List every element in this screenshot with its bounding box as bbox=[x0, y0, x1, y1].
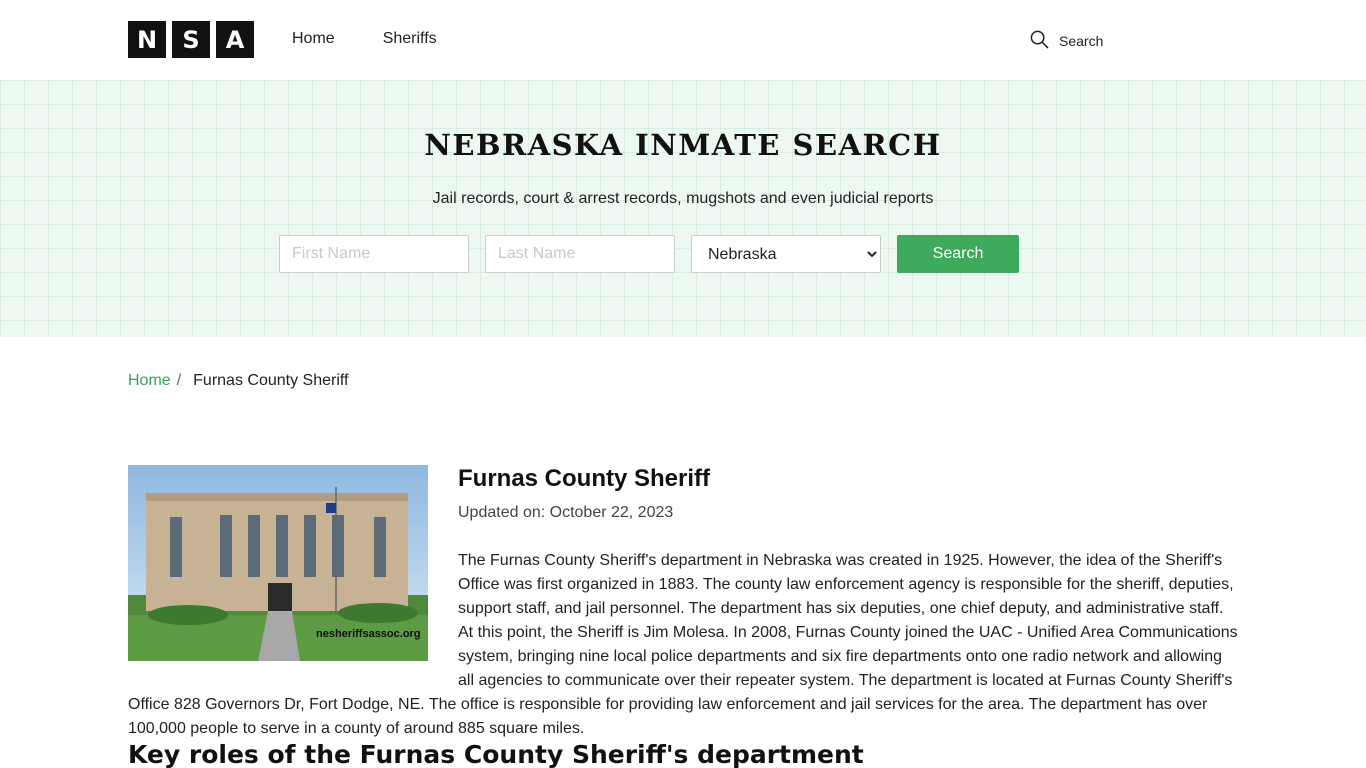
logo-letter: N bbox=[128, 21, 166, 58]
breadcrumb-home-link[interactable]: Home bbox=[128, 372, 171, 390]
main-nav: Home Sheriffs bbox=[292, 30, 437, 48]
article-text-line: 100,000 people to serve in a county of a… bbox=[128, 720, 585, 737]
site-header: N S A Home Sheriffs Search bbox=[0, 0, 1366, 80]
nav-sheriffs-link[interactable]: Sheriffs bbox=[383, 30, 437, 48]
last-name-input[interactable] bbox=[485, 235, 675, 273]
article-text-line: Office was first organized in 1883. The … bbox=[458, 576, 1234, 593]
nav-home-link[interactable]: Home bbox=[292, 30, 335, 48]
logo-letter: A bbox=[216, 21, 254, 58]
header-search-label: Search bbox=[1059, 33, 1104, 49]
article-text-line: system, bringing nine local police depar… bbox=[458, 648, 1222, 665]
hero-subtitle: Jail records, court & arrest records, mu… bbox=[432, 190, 934, 207]
search-icon bbox=[1030, 30, 1049, 52]
site-logo[interactable]: N S A bbox=[128, 21, 254, 58]
breadcrumb: Home / Furnas County Sheriff bbox=[128, 372, 348, 390]
logo-letter: S bbox=[172, 21, 210, 58]
breadcrumb-separator: / bbox=[176, 372, 182, 389]
sheriff-office-photo: nesheriffsassoc.org bbox=[128, 465, 428, 661]
section-heading: Key roles of the Furnas County Sheriff's… bbox=[128, 740, 864, 768]
article-text-line: all agencies to communicate over their r… bbox=[458, 672, 1233, 689]
article-text-line: The Furnas County Sheriff's department i… bbox=[458, 552, 1223, 569]
hero-title: NEBRASKA INMATE SEARCH bbox=[424, 128, 942, 162]
article-text-line: Office 828 Governors Dr, Fort Dodge, NE.… bbox=[128, 696, 1208, 713]
first-name-input[interactable] bbox=[279, 235, 469, 273]
photo-watermark: nesheriffsassoc.org bbox=[316, 628, 421, 640]
header-search-button[interactable]: Search bbox=[1030, 30, 1103, 52]
hero-search-section: NEBRASKA INMATE SEARCH Jail records, cou… bbox=[0, 80, 1366, 337]
search-button[interactable]: Search bbox=[897, 235, 1019, 273]
article-text-line: At this point, the Sheriff is Jim Molesa… bbox=[458, 624, 1238, 641]
article-title: Furnas County Sheriff bbox=[458, 465, 711, 492]
article-updated-date: Updated on: October 22, 2023 bbox=[458, 504, 674, 521]
state-select[interactable]: Nebraska bbox=[691, 235, 881, 273]
article-text-line: support staff, and jail personnel. The d… bbox=[458, 600, 1224, 617]
breadcrumb-current: Furnas County Sheriff bbox=[193, 372, 349, 389]
